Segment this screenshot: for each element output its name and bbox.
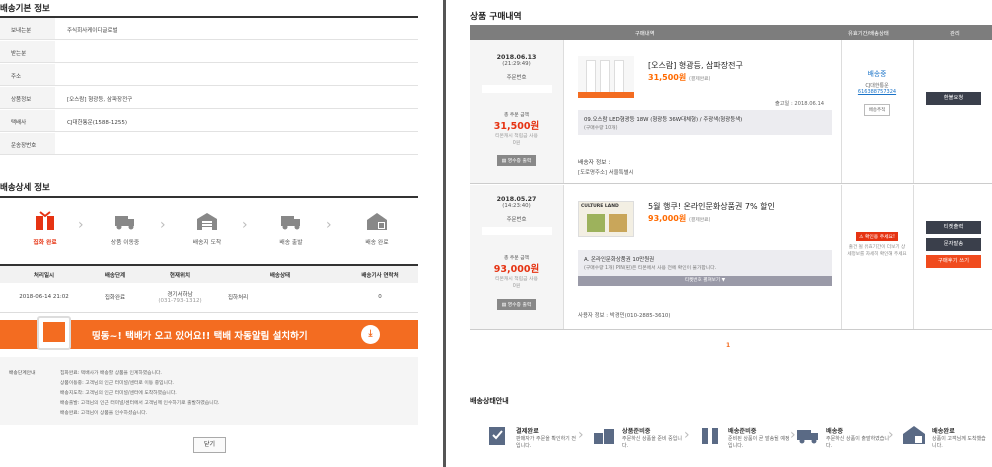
product-image[interactable]: [578, 56, 634, 98]
row-value: 주식회사케이디글로벌: [67, 28, 118, 34]
status-badge: ⚠ 확인용 주세요!: [856, 232, 898, 241]
delivery-step-guide: 배송단계안내 집화완료: 택배사가 배송할 상품을 인계하였습니다. 상품이동중…: [0, 357, 418, 425]
ticket-print-button[interactable]: 티켓출력: [926, 221, 981, 234]
chevron-right-icon: ›: [888, 427, 894, 443]
delivery-guide-title: 배송상태안내: [470, 397, 509, 405]
table-row: 받는분: [0, 41, 418, 63]
chevron-right-icon: ›: [684, 427, 690, 443]
close-button[interactable]: 닫기: [193, 437, 226, 453]
order-table-header: 구매내역 유효기간/배송상태 관리: [470, 25, 992, 40]
phone-icon: [37, 316, 71, 350]
table-row: 상품정보 [오스람] 형광등, 삼파장전구: [0, 87, 418, 109]
pagination-current[interactable]: 1: [726, 342, 730, 349]
house-icon: [367, 213, 387, 230]
table-row: 택배사 CJ대한통운(1588-1255): [0, 110, 418, 132]
receipt-button[interactable]: ▤ 영수증 출력: [496, 155, 537, 166]
receipt-button[interactable]: ▤ 영수증 출력: [496, 299, 537, 310]
chevron-right-icon: ›: [242, 217, 248, 233]
step-departed: 배송 출발: [256, 205, 326, 246]
delivery-tracking-popup: 배송기본 정보 보내는분 주식회사케이디글로벌받는분 주소 상품정보 [오스람] 형광등…: [0, 0, 437, 467]
refund-request-button[interactable]: 환불요청: [926, 92, 981, 105]
row-label: 상품정보: [0, 87, 55, 108]
clipboard-check-icon: [489, 427, 505, 445]
window-divider: [443, 0, 446, 467]
basic-info-title: 배송기본 정보: [0, 4, 50, 14]
table-row: 주소: [0, 64, 418, 86]
product-name[interactable]: [오스람] 형광등, 삼파장전구: [648, 60, 743, 71]
guide-step-preparing: 상품준비중 주문하신 상품을 준비 중입니다. ›: [592, 422, 712, 462]
package-icon: [702, 428, 718, 444]
row-label: 택배사: [0, 110, 55, 131]
sms-send-button[interactable]: 문자발송: [926, 238, 981, 251]
row-label: 주소: [0, 64, 55, 85]
write-review-button[interactable]: 구매후기 쓰기: [926, 255, 981, 268]
guide-step-shipping: 배송중 주문하신 상품이 출발하였습니다. ›: [796, 422, 916, 462]
warehouse-icon: [197, 213, 217, 230]
row-value: [오스람] 형광등, 삼파장전구: [67, 97, 133, 103]
tracking-number-link[interactable]: 616388757324: [842, 89, 912, 95]
guide-step-paid: 결제완료 판매자가 주문을 확인하기 전입니다. ›: [486, 422, 606, 462]
boxes-icon: [594, 429, 614, 444]
step-arrived: 배송지 도착: [172, 205, 242, 246]
row-value: CJ대한통운(1588-1255): [67, 120, 127, 126]
option-box: A. 온라인문화상품권 10만원권 (구매수량 1개) PIN(핀)은 티몬에서…: [578, 250, 832, 286]
download-icon[interactable]: ⤓: [361, 325, 380, 344]
row-label: 운송장번호: [0, 133, 55, 154]
row-label: 보내는분: [0, 18, 55, 39]
delivery-history-table: 처리일시 배송단계 현재위치 배송상태 배송기사 연락처 2018-06-14 …: [0, 264, 418, 313]
house-icon: [903, 426, 925, 444]
truck-icon: [797, 430, 818, 444]
delivery-steps: 집화 완료 › 상품 이동중 › 배송지 도착 › 배송 출발 › 배송 완료: [0, 205, 418, 257]
chevron-right-icon: ›: [578, 427, 584, 443]
ticket-expand-button[interactable]: 티켓번호 펼쳐보기 ▼: [578, 276, 832, 286]
order-item: 2018.05.27 (14:23:40) 주문번호 총 주문 금액 93,00…: [470, 185, 992, 330]
chevron-right-icon: ›: [160, 217, 166, 233]
box-icon: [36, 211, 54, 230]
product-name[interactable]: 5월 행쿠! 온라인문화상품권 7% 할인: [648, 201, 775, 212]
order-history-page: 상품 구매내역 구매내역 유효기간/배송상태 관리 2018.06.13 (21…: [452, 0, 992, 467]
track-button[interactable]: 배송추적: [863, 104, 891, 116]
product-image[interactable]: CULTURE LAND: [578, 201, 634, 237]
chevron-right-icon: ›: [790, 427, 796, 443]
guide-step-delivered: 배송완료 상품이 고객님께 도착했습니다.: [902, 422, 992, 462]
page-title: 상품 구매내역: [470, 12, 522, 22]
chevron-right-icon: ›: [78, 217, 84, 233]
table-row: 운송장번호: [0, 133, 418, 155]
row-label: 받는분: [0, 41, 55, 62]
chevron-right-icon: ›: [326, 217, 332, 233]
option-box: 09.오스람 LED형광등 18W (형광등 36W대체형) / 주광색(형광등…: [578, 110, 832, 135]
truck-icon: [115, 216, 134, 230]
step-pickup: 집화 완료: [10, 205, 80, 246]
order-item: 2018.06.13 (21:29:49) 주문번호 총 주문 금액 31,50…: [470, 40, 992, 184]
step-moving: 상품 이동중: [90, 205, 160, 246]
truck-icon: [281, 216, 300, 230]
table-row: 보내는분 주식회사케이디글로벌: [0, 18, 418, 40]
step-delivered: 배송 완료: [342, 205, 412, 246]
detail-info-title: 배송상세 정보: [0, 183, 50, 193]
table-row: 2018-06-14 21:02 집화완료 경기서하남 (031-793-1312…: [0, 283, 418, 313]
app-install-banner[interactable]: 띵동~! 택배가 오고 있어요!! 택배 자동알림 설치하기 ⤓: [0, 316, 418, 350]
